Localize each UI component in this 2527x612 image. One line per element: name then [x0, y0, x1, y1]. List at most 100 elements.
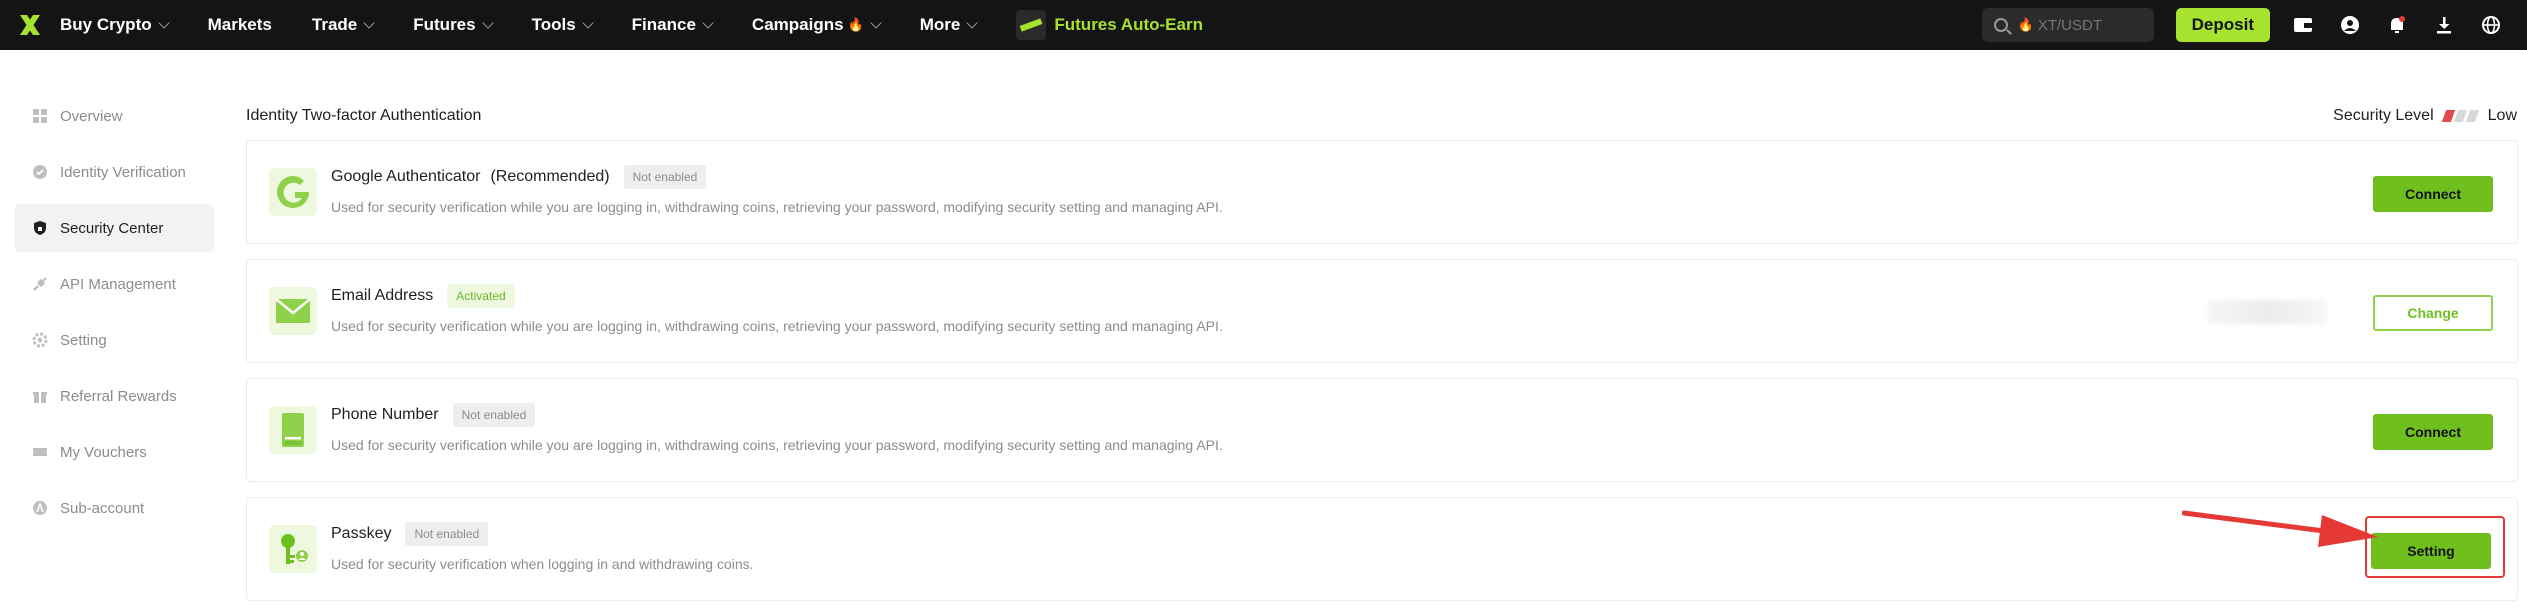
- sidebar-item-overview[interactable]: Overview: [14, 92, 214, 140]
- security-bar: [2453, 110, 2467, 122]
- card-title: Email Address: [331, 287, 434, 304]
- passkey-setting-button[interactable]: Setting: [2371, 533, 2491, 569]
- card-description: Used for security verification while you…: [331, 199, 1223, 215]
- card-description: Used for security verification when logg…: [331, 556, 754, 572]
- wallet-icon[interactable]: [2292, 14, 2314, 36]
- futures-auto-earn-link[interactable]: Futures Auto-Earn: [1016, 10, 1203, 40]
- shield-icon: [32, 220, 48, 236]
- nav-tools[interactable]: Tools: [531, 15, 594, 35]
- sidebar-item-referral-rewards[interactable]: Referral Rewards: [14, 372, 214, 420]
- passkey-icon: [269, 525, 317, 573]
- chevron-down-icon: [363, 17, 375, 29]
- sidebar-item-label: API Management: [60, 275, 176, 293]
- nav-markets[interactable]: Markets: [208, 15, 272, 35]
- search-input[interactable]: [2037, 16, 2148, 34]
- card-title-row: Google Authenticator (Recommended) Not e…: [331, 165, 707, 189]
- flame-icon: 🔥: [847, 17, 864, 32]
- mail-icon: [269, 287, 317, 335]
- sidebar-item-label: Identity Verification: [60, 163, 186, 181]
- logo-icon: [20, 15, 40, 35]
- security-level-value: Low: [2487, 107, 2517, 124]
- nav-label: More: [919, 15, 961, 34]
- auto-earn-icon: [1016, 10, 1047, 40]
- sidebar-item-identity-verification[interactable]: Identity Verification: [14, 148, 214, 196]
- card-title: Google Authenticator: [331, 168, 481, 185]
- nav-label: Futures: [413, 15, 476, 34]
- bell-icon[interactable]: [2386, 14, 2408, 36]
- flame-icon: 🔥: [2017, 17, 2034, 32]
- nav-label: Tools: [531, 15, 576, 34]
- search-icon: [1993, 18, 2008, 32]
- grid-icon: [32, 108, 48, 124]
- sidebar-item-label: Setting: [60, 331, 107, 349]
- security-level-bars: [2441, 110, 2480, 122]
- sidebar-item-label: Security Center: [60, 219, 164, 237]
- card-title-row: Email Address Activated: [331, 284, 515, 308]
- ticket-icon: [32, 444, 48, 460]
- sidebar: Overview Identity Verification Security …: [14, 92, 214, 540]
- deposit-button[interactable]: Deposit: [2175, 8, 2270, 42]
- status-badge: Not enabled: [452, 403, 536, 427]
- nav-right: 🔥 Deposit: [1981, 0, 2527, 50]
- chevron-down-icon: [157, 17, 170, 29]
- card-title: Passkey: [331, 525, 392, 542]
- status-badge: Not enabled: [405, 522, 489, 546]
- status-badge: Activated: [447, 284, 515, 308]
- card-title-row: Phone Number Not enabled: [331, 403, 536, 427]
- sidebar-item-my-vouchers[interactable]: My Vouchers: [14, 428, 214, 476]
- sidebar-item-setting[interactable]: Setting: [14, 316, 214, 364]
- nav-label: Buy Crypto: [60, 15, 152, 34]
- search-box[interactable]: 🔥: [1981, 8, 2154, 42]
- sidebar-item-label: Overview: [60, 107, 123, 125]
- nav-futures[interactable]: Futures: [413, 15, 494, 35]
- gear-icon: [32, 332, 48, 348]
- subaccount-icon: [32, 500, 48, 516]
- card-google-authenticator: Google Authenticator (Recommended) Not e…: [246, 140, 2518, 244]
- nav-label: Campaigns: [751, 15, 844, 34]
- card-email-address: Email Address Activated Used for securit…: [246, 259, 2518, 363]
- user-icon[interactable]: [2339, 14, 2361, 36]
- status-badge: Not enabled: [623, 165, 707, 189]
- nav-label: Finance: [631, 15, 696, 34]
- page-title: Identity Two-factor Authentication: [246, 107, 482, 124]
- card-title-row: Passkey Not enabled: [331, 522, 489, 546]
- security-level-label: Security Level: [2333, 107, 2434, 124]
- card-title: Phone Number: [331, 406, 439, 423]
- sidebar-item-api-management[interactable]: API Management: [14, 260, 214, 308]
- chevron-down-icon: [870, 17, 882, 29]
- gift-icon: [32, 388, 48, 404]
- annotation-arrow-icon: [2182, 510, 2378, 547]
- security-bar: [2465, 110, 2479, 122]
- nav-label: Markets: [207, 15, 272, 34]
- top-nav: Buy Crypto Markets Trade Futures Tools F…: [0, 0, 2527, 50]
- chevron-down-icon: [702, 17, 714, 29]
- chevron-down-icon: [582, 17, 594, 29]
- security-level: Security Level Low: [2333, 107, 2517, 125]
- sidebar-item-label: Sub-account: [60, 499, 145, 517]
- google-authenticator-icon: [269, 168, 317, 216]
- api-icon: [32, 276, 48, 292]
- change-email-button[interactable]: Change: [2373, 295, 2493, 331]
- globe-icon[interactable]: [2480, 14, 2502, 36]
- xt-logo[interactable]: [0, 0, 60, 50]
- nav-finance[interactable]: Finance: [631, 15, 714, 35]
- connect-google-authenticator-button[interactable]: Connect: [2373, 176, 2493, 212]
- phone-icon: [269, 406, 317, 454]
- chevron-down-icon: [966, 17, 979, 29]
- card-description: Used for security verification while you…: [331, 318, 1223, 334]
- nav-trade[interactable]: Trade: [312, 15, 375, 35]
- security-bar: [2441, 110, 2455, 122]
- download-icon[interactable]: [2433, 14, 2455, 36]
- nav-campaigns[interactable]: Campaigns 🔥: [751, 15, 882, 35]
- sidebar-item-label: My Vouchers: [60, 443, 147, 461]
- sidebar-item-label: Referral Rewards: [60, 387, 177, 405]
- sidebar-item-security-center[interactable]: Security Center: [14, 204, 214, 252]
- nav-buy-crypto[interactable]: Buy Crypto: [60, 15, 170, 35]
- card-passkey: Passkey Not enabled Used for security ve…: [246, 497, 2518, 601]
- promo-label: Futures Auto-Earn: [1054, 15, 1203, 34]
- sidebar-item-sub-account[interactable]: Sub-account: [14, 484, 214, 532]
- card-phone-number: Phone Number Not enabled Used for securi…: [246, 378, 2518, 482]
- connect-phone-button[interactable]: Connect: [2373, 414, 2493, 450]
- nav-more[interactable]: More: [919, 15, 979, 35]
- masked-email: [2207, 300, 2327, 324]
